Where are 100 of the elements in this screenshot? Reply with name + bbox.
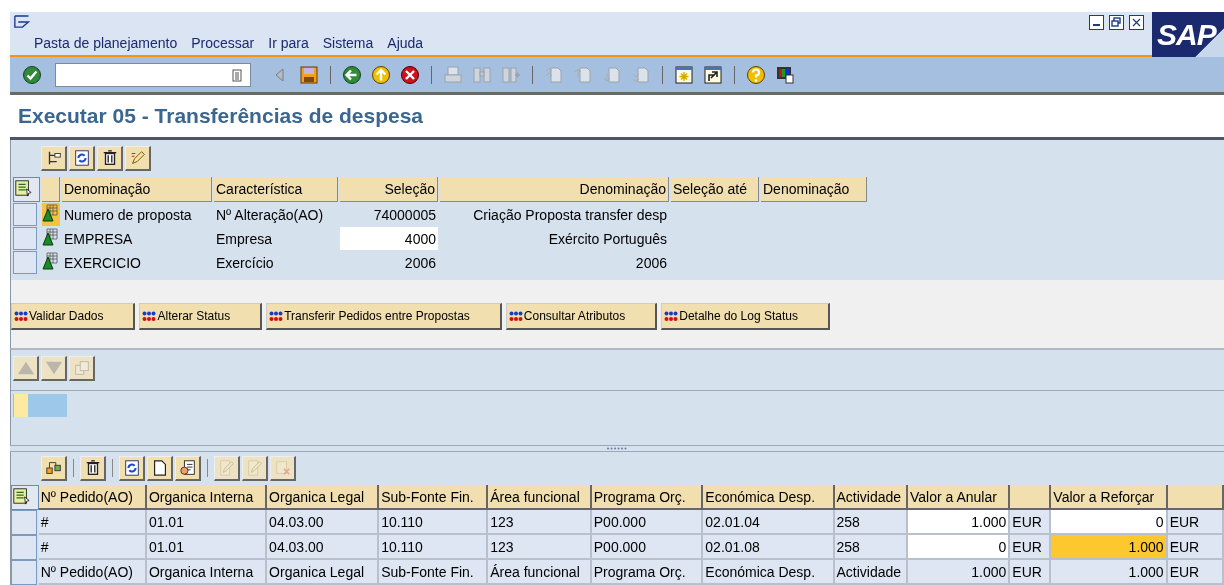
blank-page-button[interactable] xyxy=(147,455,173,481)
trash-button[interactable] xyxy=(97,145,123,171)
shortcut-icon[interactable] xyxy=(703,64,723,85)
column-header[interactable]: Organica Interna xyxy=(146,485,268,510)
system-menu-icon[interactable] xyxy=(14,15,31,29)
screen-title: Executar 05 - Transferências de despesa xyxy=(18,104,424,128)
characteristic-icon xyxy=(42,228,58,246)
refresh-icon xyxy=(72,148,91,167)
column-header[interactable]: Seleção até xyxy=(671,177,759,202)
column-header[interactable]: Valor a Anular xyxy=(908,485,1011,510)
table-cell: Sub-Fonte Fin. xyxy=(379,560,489,585)
table-settings-icon[interactable] xyxy=(12,487,30,505)
input-field[interactable]: 0 xyxy=(908,535,1011,560)
layout-icon[interactable] xyxy=(775,64,795,85)
column-header[interactable]: Área funcional xyxy=(488,485,592,510)
table-cell-text: EMPRESA xyxy=(63,229,134,249)
table-cell: Área funcional xyxy=(488,560,592,585)
action-button[interactable]: Transferir Pedidos entre Propostas xyxy=(266,303,502,330)
splitter-handle[interactable] xyxy=(606,447,628,450)
action-button[interactable]: Consultar Atributos xyxy=(505,303,658,330)
hierarchy-button[interactable] xyxy=(41,145,67,171)
enter-icon[interactable] xyxy=(22,64,42,85)
history-icon[interactable] xyxy=(232,67,242,82)
exit-icon[interactable] xyxy=(371,64,391,85)
column-header[interactable]: Económica Desp. xyxy=(703,485,835,510)
table-cell: EUR xyxy=(1010,535,1052,560)
column-header[interactable]: Nº Pedido(AO) xyxy=(38,485,147,510)
table-cell: EUR xyxy=(1167,560,1224,585)
group-button[interactable] xyxy=(41,455,67,481)
copy-icon xyxy=(72,358,91,377)
table-cell-text: Nº Alteração(AO) xyxy=(215,205,325,225)
minimize-icon[interactable] xyxy=(1089,15,1104,30)
table-cell: 10.110 xyxy=(379,510,489,535)
menu-item[interactable]: Sistema xyxy=(322,35,374,51)
table-cell: 1.000 xyxy=(908,560,1011,585)
form-icon xyxy=(178,458,197,477)
menu-item[interactable]: Processar xyxy=(191,35,255,51)
column-header[interactable]: Característica xyxy=(214,177,338,202)
input-field[interactable]: 1.000 xyxy=(1051,535,1168,560)
pencil-icon xyxy=(128,148,147,167)
table-cell: 02.01.04 xyxy=(703,510,835,535)
table-cell: Programa Orç. xyxy=(591,560,704,585)
table-cell: EUR xyxy=(1010,560,1052,585)
form-button[interactable] xyxy=(175,455,201,481)
table-cell-text: Criação Proposta transfer desp xyxy=(472,205,668,225)
dots-icon xyxy=(142,310,157,322)
help-icon[interactable] xyxy=(746,64,766,85)
new-window-icon[interactable] xyxy=(674,64,694,85)
select-all-button[interactable] xyxy=(13,177,40,202)
table-cell: 01.01 xyxy=(146,535,268,560)
input-field[interactable]: 4000 xyxy=(340,227,438,250)
column-header[interactable]: Denominação xyxy=(440,177,669,202)
table-cell: # xyxy=(38,535,147,560)
column-header[interactable]: Seleção xyxy=(340,177,438,202)
back-icon[interactable] xyxy=(342,64,362,85)
table-cell: 123 xyxy=(488,535,592,560)
command-field[interactable] xyxy=(55,62,251,87)
table-cell: 02.01.08 xyxy=(703,535,835,560)
column-header[interactable]: Denominação xyxy=(62,177,212,202)
table-cell: 01.01 xyxy=(146,510,268,535)
column-header[interactable]: Sub-Fonte Fin. xyxy=(379,485,489,510)
dots-icon xyxy=(508,310,523,322)
pencil-button[interactable] xyxy=(125,145,151,171)
table-cell: 258 xyxy=(834,535,908,560)
table-cell: 04.03.00 xyxy=(267,535,380,560)
column-header[interactable]: Actividade xyxy=(834,485,908,510)
trash-button[interactable] xyxy=(80,455,106,481)
characteristic-icon xyxy=(42,204,58,222)
column-header[interactable]: Organica Legal xyxy=(267,485,380,510)
selected-node[interactable] xyxy=(13,394,67,417)
input-field[interactable]: 0 xyxy=(1051,510,1168,535)
action-button[interactable]: Alterar Status xyxy=(139,303,263,330)
select-all-button[interactable] xyxy=(11,485,39,510)
action-button[interactable]: Validar Dados xyxy=(11,303,136,330)
table-cell: 258 xyxy=(834,510,908,535)
column-header[interactable]: Programa Orç. xyxy=(591,485,704,510)
dots-icon xyxy=(14,310,28,322)
save-icon[interactable] xyxy=(299,64,319,85)
characteristic-icon xyxy=(42,252,58,270)
column-header[interactable]: Valor a Reforçar xyxy=(1051,485,1168,510)
table-cell-text: Exército Português xyxy=(547,229,668,249)
table-cell: EUR xyxy=(1167,535,1224,560)
column-header[interactable]: Denominação xyxy=(761,177,867,202)
menu-item[interactable]: Ajuda xyxy=(387,35,424,51)
restore-icon[interactable] xyxy=(1109,15,1124,30)
table-cell: 123 xyxy=(488,510,592,535)
close-icon[interactable] xyxy=(1129,15,1144,30)
sap-logo: SAP xyxy=(1152,12,1224,57)
input-field[interactable]: 1.000 xyxy=(908,510,1011,535)
cancel-icon[interactable] xyxy=(400,64,420,85)
refresh-button[interactable] xyxy=(119,455,145,481)
edit-icon xyxy=(217,458,236,477)
table-cell-text: 2006 xyxy=(634,253,668,273)
menu-item[interactable]: Pasta de planejamento xyxy=(34,35,178,51)
edit-icon xyxy=(245,458,264,477)
refresh-button[interactable] xyxy=(69,145,95,171)
table-settings-icon[interactable] xyxy=(14,179,32,197)
action-button[interactable]: Detalhe do Log Status xyxy=(661,303,830,330)
table-cell: Económica Desp. xyxy=(703,560,835,585)
menu-item[interactable]: Ir para xyxy=(268,35,309,51)
